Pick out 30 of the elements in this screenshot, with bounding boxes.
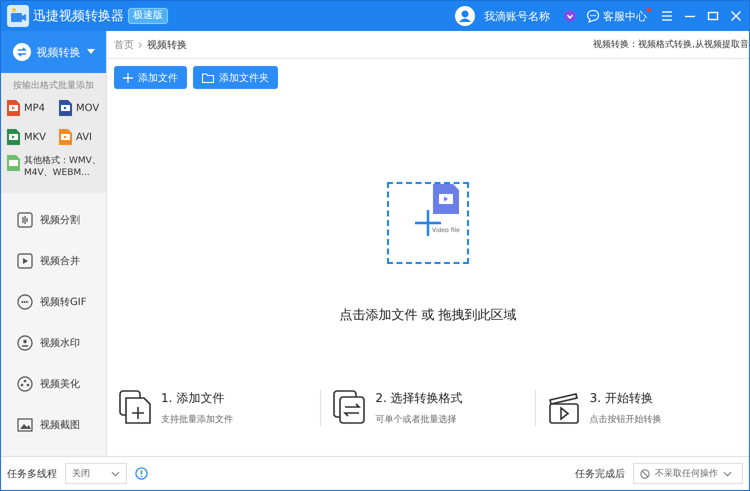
sidebar-item[interactable]: 视频水印 <box>1 322 106 363</box>
format-item[interactable]: MKV <box>7 129 59 145</box>
step-description: 点击按钮开始转换 <box>590 414 662 426</box>
window-title: 迅捷视频转换器 <box>33 8 124 25</box>
step-title: 1. 添加文件 <box>161 390 226 407</box>
sidebar-item[interactable]: 视频美化 <box>1 363 106 404</box>
sidebar-item[interactable]: 视频分割 <box>1 199 106 240</box>
breadcrumb-item[interactable]: 首页 <box>114 38 134 52</box>
after-completion-dropdown[interactable]: 不采取任何操作 <box>633 463 743 484</box>
format-hint: 按输出格式批量添加 <box>12 80 95 92</box>
sidebar-item[interactable]: 视频截图 <box>1 404 106 445</box>
drop-instruction: 点击添加文件 或 拖拽到此区域 <box>339 307 517 324</box>
multithread-label: 任务多线程 <box>7 468 57 480</box>
format-item[interactable]: 其他格式：WMV、M4V、WEBM... <box>7 155 106 179</box>
account-name[interactable]: 我滴账号名称 <box>484 8 550 24</box>
format-item[interactable]: MP4 <box>7 100 59 116</box>
format-item[interactable]: MOV <box>59 100 106 116</box>
after-completion-label: 任务完成后 <box>575 468 625 480</box>
support-center-button[interactable]: 客服中心 <box>586 8 647 24</box>
page-description: 视频转换：视频格式转换,从视频提取音 <box>593 38 749 51</box>
step-title: 2. 选择转换格式 <box>375 390 463 407</box>
sidebar-item[interactable]: 视频合并 <box>1 240 106 281</box>
step-title: 3. 开始转换 <box>590 390 654 407</box>
breadcrumb-item: 视频转换 <box>147 38 187 52</box>
step-description: 可单个或者批量选择 <box>375 414 458 426</box>
edition-badge: 极速版 <box>128 8 168 24</box>
sidebar-item[interactable]: 视频转GIF <box>1 281 106 322</box>
step-description: 支持批量添加文件 <box>161 414 233 426</box>
format-item[interactable]: AVI <box>59 129 106 145</box>
multithread-dropdown[interactable]: 关闭 <box>65 463 127 484</box>
